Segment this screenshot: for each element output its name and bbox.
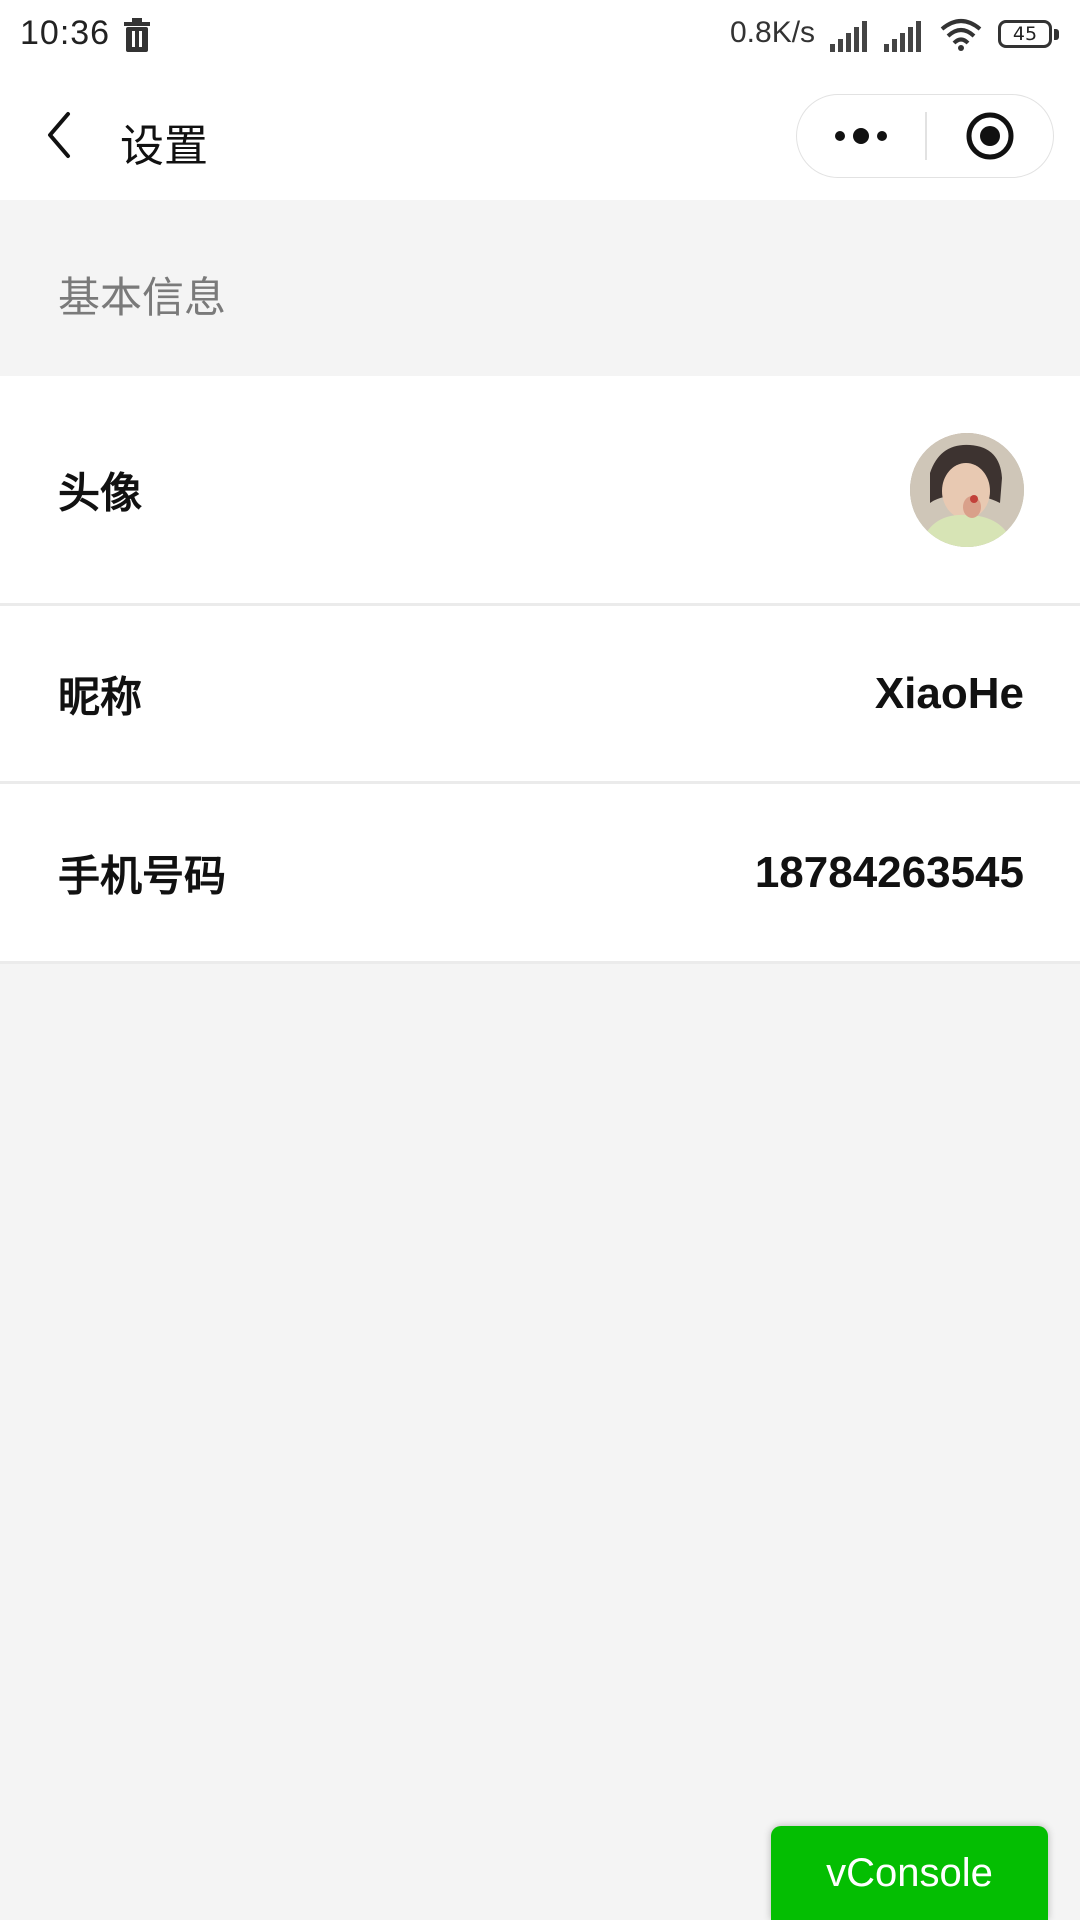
signal-icon-secondary xyxy=(884,21,921,52)
trash-icon xyxy=(124,18,150,52)
nickname-row[interactable]: 昵称 XiaoHe xyxy=(0,606,1080,784)
close-mini-program-button[interactable] xyxy=(927,95,1053,177)
settings-screen: 10:36 0.8K/s 45 设置 基本信息 头像 昵称 XiaoHe 手机号… xyxy=(0,0,1080,1920)
avatar-image xyxy=(910,433,1024,547)
wifi-icon xyxy=(940,19,982,51)
phone-value: 18784263545 xyxy=(754,847,1024,897)
avatar-row[interactable]: 头像 xyxy=(0,376,1080,606)
nickname-value: XiaoHe xyxy=(874,668,1024,718)
vconsole-button[interactable]: vConsole xyxy=(771,1826,1048,1920)
chevron-left-icon xyxy=(48,112,70,158)
nav-bar: 设置 xyxy=(0,70,1080,200)
battery-icon: 45 xyxy=(998,20,1060,50)
page-title: 设置 xyxy=(120,122,208,171)
phone-row[interactable]: 手机号码 18784263545 xyxy=(0,784,1080,964)
signal-icon xyxy=(830,21,867,52)
target-close-icon xyxy=(966,112,1014,160)
status-time: 10:36 xyxy=(20,14,111,52)
more-dots-icon xyxy=(835,128,887,144)
section-header: 基本信息 xyxy=(0,200,1080,376)
network-speed: 0.8K/s xyxy=(730,16,816,49)
nickname-label: 昵称 xyxy=(58,673,143,720)
more-button[interactable] xyxy=(797,95,925,177)
section-title: 基本信息 xyxy=(58,274,227,321)
status-bar: 10:36 0.8K/s 45 xyxy=(0,0,1080,70)
avatar[interactable] xyxy=(910,433,1024,547)
settings-list: 头像 昵称 XiaoHe 手机号码 18784263545 xyxy=(0,376,1080,964)
back-button[interactable] xyxy=(30,105,90,165)
phone-label: 手机号码 xyxy=(58,852,227,899)
avatar-label: 头像 xyxy=(58,469,143,516)
battery-level: 45 xyxy=(998,20,1052,48)
mini-program-capsule xyxy=(796,94,1054,178)
